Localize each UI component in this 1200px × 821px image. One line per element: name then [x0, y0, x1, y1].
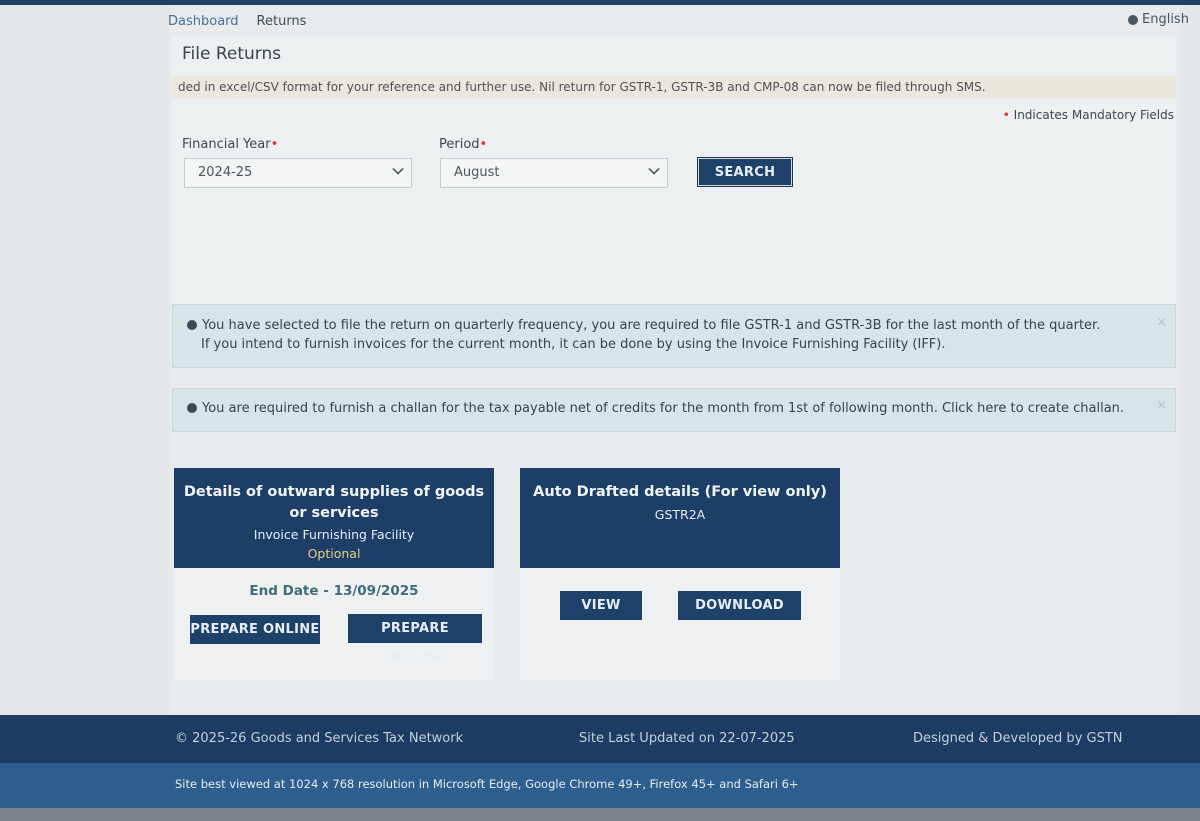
- end-date: End Date - 13/09/2025: [174, 583, 494, 599]
- alert-line: You have selected to file the return on …: [187, 318, 1100, 333]
- close-icon[interactable]: ×: [1156, 315, 1167, 330]
- quarterly-info-alert: You have selected to file the return on …: [172, 304, 1176, 368]
- card-subtitle: Invoice Furnishing Facility: [253, 527, 415, 542]
- challan-link-text[interactable]: You are required to furnish a challan fo…: [202, 401, 1124, 416]
- end-date-label: End Date -: [249, 583, 329, 599]
- download-button[interactable]: DOWNLOAD: [678, 591, 801, 620]
- auto-drafted-card: Auto Drafted details (For view only) GST…: [520, 468, 840, 680]
- close-icon[interactable]: ×: [1156, 398, 1167, 413]
- view-button[interactable]: VIEW: [560, 591, 642, 620]
- alert-line: If you intend to furnish invoices for th…: [201, 337, 946, 352]
- optional-badge: Optional: [307, 546, 361, 561]
- bottom-strip: [0, 808, 1200, 821]
- last-updated-text: Site Last Updated on 22-07-2025: [579, 731, 795, 746]
- card-title: Auto Drafted details (For view only): [533, 484, 827, 500]
- mandatory-note: • Indicates Mandatory Fields: [1003, 108, 1174, 122]
- prepare-offline-button[interactable]: PREPARE OFFLINE: [348, 614, 482, 665]
- alert-text: You have selected to file the return on …: [202, 318, 1101, 333]
- alert-line[interactable]: You are required to furnish a challan fo…: [187, 401, 1124, 416]
- globe-icon: [1128, 14, 1138, 25]
- info-icon: [187, 320, 197, 330]
- file-returns-panel: File Returns ded in excel/CSV format for…: [172, 36, 1176, 304]
- challan-info-alert: You are required to furnish a challan fo…: [172, 388, 1176, 432]
- financial-year-value: 2024-25: [198, 165, 253, 180]
- card-title: or services: [289, 505, 379, 521]
- period-label-text: Period: [439, 137, 480, 152]
- financial-year-select[interactable]: 2024-25: [184, 158, 412, 188]
- chevron-down-icon: [392, 163, 404, 175]
- required-star: •: [1002, 108, 1010, 122]
- end-date-value: 13/09/2025: [333, 583, 419, 599]
- required-star: •: [270, 137, 279, 152]
- page-title: File Returns: [182, 44, 282, 64]
- card-title: Details of outward supplies of goods: [183, 484, 485, 500]
- best-viewed-text: Site best viewed at 1024 x 768 resolutio…: [175, 777, 799, 791]
- period-label: Period•: [439, 137, 487, 152]
- breadcrumb-returns: Returns: [256, 13, 307, 29]
- footer-browser-note: Site best viewed at 1024 x 768 resolutio…: [0, 763, 1200, 808]
- mandatory-note-text: Indicates Mandatory Fields: [1013, 108, 1174, 122]
- breadcrumb-dashboard[interactable]: Dashboard: [168, 14, 239, 29]
- card-subtitle: GSTR2A: [654, 507, 706, 522]
- alert-text: If you intend to furnish invoices for th…: [201, 337, 946, 352]
- right-margin: [1180, 5, 1200, 715]
- top-bar: [0, 0, 1200, 5]
- info-icon: [187, 403, 197, 413]
- copyright-text: © 2025-26 Goods and Services Tax Network: [175, 731, 464, 746]
- language-selector[interactable]: English: [1128, 12, 1189, 27]
- chevron-down-icon: [648, 163, 660, 175]
- auto-drafted-header: Auto Drafted details (For view only) GST…: [520, 468, 840, 568]
- outward-supplies-card: Details of outward supplies of goods or …: [174, 468, 494, 680]
- required-star: •: [479, 137, 488, 152]
- period-select[interactable]: August: [440, 158, 668, 188]
- financial-year-label: Financial Year•: [182, 137, 278, 152]
- language-label: English: [1142, 12, 1189, 27]
- period-value: August: [454, 165, 500, 180]
- left-margin: [0, 5, 170, 715]
- outward-supplies-header: Details of outward supplies of goods or …: [174, 468, 494, 568]
- search-button[interactable]: SEARCH: [698, 158, 792, 186]
- news-marquee: ded in excel/CSV format for your referen…: [172, 76, 1176, 98]
- financial-year-label-text: Financial Year: [182, 137, 271, 152]
- prepare-online-button[interactable]: PREPARE ONLINE: [190, 615, 320, 644]
- breadcrumb: Dashboard Returns: [168, 10, 306, 32]
- footer: © 2025-26 Goods and Services Tax Network…: [0, 715, 1200, 763]
- designed-by-text: Designed & Developed by GSTN: [913, 731, 1123, 746]
